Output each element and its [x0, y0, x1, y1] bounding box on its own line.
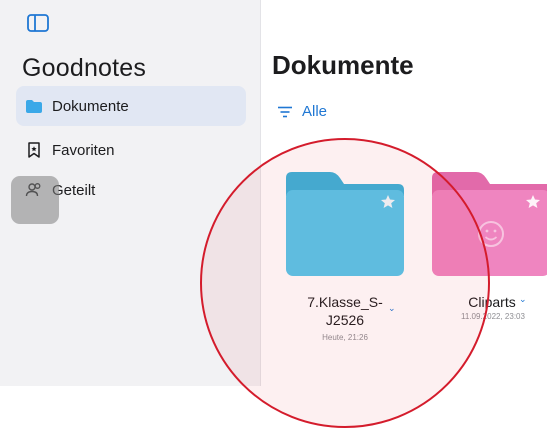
highlight-circle — [200, 138, 490, 428]
drag-preview[interactable] — [11, 176, 59, 224]
filter-label: Alle — [302, 103, 328, 120]
chevron-down-icon[interactable]: ⌄ — [519, 294, 527, 305]
sidebar-toggle-icon[interactable] — [27, 14, 49, 32]
sidebar-item-label: Favoriten — [52, 141, 115, 159]
filter-icon — [278, 106, 292, 117]
filter-button[interactable]: Alle — [277, 103, 327, 120]
sidebar-item-dokumente[interactable]: Dokumente — [16, 86, 246, 126]
page-title: Dokumente — [272, 50, 414, 80]
sidebar-item-label: Dokumente — [52, 97, 129, 115]
bookmark-icon — [25, 141, 43, 159]
folder-icon — [25, 97, 43, 115]
app-title: Goodnotes — [22, 54, 147, 82]
sidebar-item-favoriten[interactable]: Favoriten — [16, 130, 246, 170]
